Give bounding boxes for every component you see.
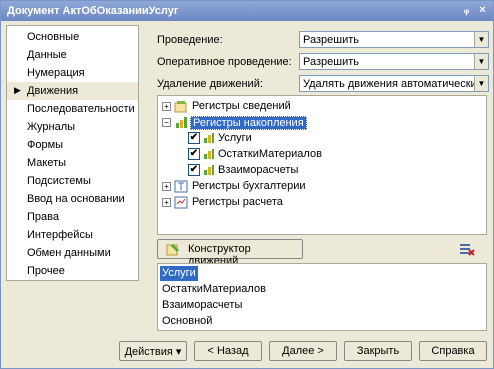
main-panel: Проведение: Разрешить ▼ Оперативное пров… xyxy=(141,25,489,333)
expand-icon[interactable]: + xyxy=(162,198,171,207)
sidebar-item-templates[interactable]: Макеты xyxy=(7,154,138,172)
list-item[interactable]: Основной xyxy=(160,314,214,329)
sidebar-item-label: Формы xyxy=(27,139,64,151)
tree-node-label: Регистры сведений xyxy=(192,100,291,112)
sidebar-item-input-based[interactable]: Ввод на основании xyxy=(7,190,138,208)
list-item[interactable]: ОстаткиМатериалов xyxy=(160,282,268,297)
delete-movements-select[interactable]: Удалять движения автоматически ▼ xyxy=(299,75,489,92)
checkbox-checked-icon[interactable]: ✔ xyxy=(188,132,200,144)
register-icon xyxy=(204,133,214,143)
register-tree: + Регистры сведений − Регистры накоплени… xyxy=(157,95,487,235)
next-button[interactable]: Далее > xyxy=(269,341,337,361)
help-button[interactable]: Справка xyxy=(419,341,487,361)
expand-icon[interactable]: + xyxy=(162,102,171,111)
sidebar-item-journals[interactable]: Журналы xyxy=(7,118,138,136)
back-button[interactable]: < Назад xyxy=(194,341,262,361)
tree-node-accounting-registers[interactable]: + Регистры бухгалтерии xyxy=(162,179,362,194)
sidebar-item-numbering[interactable]: Нумерация xyxy=(7,64,138,82)
sidebar-item-forms[interactable]: Формы xyxy=(7,136,138,154)
info-register-icon xyxy=(174,101,187,113)
expand-icon[interactable]: + xyxy=(162,182,171,191)
sidebar-item-label: Журналы xyxy=(27,121,76,133)
tree-child-label: ОстаткиМатериалов xyxy=(218,148,322,160)
movements-constructor-button[interactable]: Конструктор движений xyxy=(157,239,303,267)
sidebar-item-rights[interactable]: Права xyxy=(7,208,138,226)
online-posting-label: Оперативное проведение: xyxy=(157,56,292,68)
constructor-icon xyxy=(166,244,179,256)
sidebar-item-label: Права xyxy=(27,211,59,223)
close-icon[interactable]: × xyxy=(476,4,489,17)
sidebar-item-data[interactable]: Данные xyxy=(7,46,138,64)
online-posting-value: Разрешить xyxy=(303,56,359,68)
sidebar-item-label: Макеты xyxy=(27,157,67,169)
chevron-down-icon[interactable]: ▼ xyxy=(474,32,488,47)
delete-movements-value: Удалять движения автоматически xyxy=(303,78,477,90)
accumulation-register-icon xyxy=(176,117,187,128)
chevron-down-icon: ▾ xyxy=(175,346,182,358)
close-button[interactable]: Закрыть xyxy=(344,341,412,361)
tree-node-label: Регистры накопления xyxy=(190,116,307,130)
checkbox-checked-icon[interactable]: ✔ xyxy=(188,164,200,176)
tree-child-settlements[interactable]: ✔ Взаиморасчеты xyxy=(188,163,388,178)
posting-row: Проведение: Разрешить ▼ xyxy=(157,31,489,49)
delete-movements-row: Удаление движений: Удалять движения авто… xyxy=(157,75,489,93)
sidebar-item-label: Нумерация xyxy=(27,67,85,79)
sidebar-item-subsystems[interactable]: Подсистемы xyxy=(7,172,138,190)
tree-child-material-balances[interactable]: ✔ ОстаткиМатериалов xyxy=(188,147,388,162)
online-posting-select[interactable]: Разрешить ▼ xyxy=(299,53,489,70)
tree-node-accumulation-registers[interactable]: − Регистры накопления xyxy=(162,115,362,130)
list-item[interactable]: Взаиморасчеты xyxy=(160,298,244,313)
delete-list-icon[interactable] xyxy=(459,243,475,257)
title-bar: Документ АктОбОказанииУслуг ᵩ × xyxy=(1,1,493,21)
actions-button[interactable]: Действия ▾ xyxy=(119,341,187,361)
sidebar-item-label: Ввод на основании xyxy=(27,193,125,205)
tree-child-label: Услуги xyxy=(218,132,252,144)
tree-node-label: Регистры расчета xyxy=(192,196,283,208)
sidebar-item-label: Интерфейсы xyxy=(27,229,93,241)
online-posting-row: Оперативное проведение: Разрешить ▼ xyxy=(157,53,489,71)
tree-node-calculation-registers[interactable]: + Регистры расчета xyxy=(162,195,362,210)
tree-node-label: Регистры бухгалтерии xyxy=(192,180,306,192)
active-arrow-icon: ▶ xyxy=(14,85,21,95)
sidebar-item-label: Основные xyxy=(27,31,80,43)
sidebar-item-movements[interactable]: ▶ Движения xyxy=(7,82,138,100)
posting-label: Проведение: xyxy=(157,34,223,46)
collapse-icon[interactable]: − xyxy=(162,118,171,127)
register-list: Услуги ОстаткиМатериалов Взаиморасчеты О… xyxy=(157,263,487,331)
sidebar-item-label: Подсистемы xyxy=(27,175,91,187)
sidebar-item-sequences[interactable]: Последовательности xyxy=(7,100,138,118)
sidebar-item-other[interactable]: Прочее xyxy=(7,262,138,280)
register-icon xyxy=(204,149,214,159)
chevron-down-icon[interactable]: ▼ xyxy=(474,76,488,91)
pin-icon[interactable]: ᵩ xyxy=(460,4,473,17)
window-title: Документ АктОбОказанииУслуг xyxy=(7,5,179,17)
designer-window: Документ АктОбОказанииУслуг ᵩ × Основные… xyxy=(0,0,494,369)
posting-select[interactable]: Разрешить ▼ xyxy=(299,31,489,48)
checkbox-checked-icon[interactable]: ✔ xyxy=(188,148,200,160)
sidebar-item-label: Последовательности xyxy=(27,103,135,115)
actions-button-label: Действия xyxy=(124,346,173,358)
tree-child-services[interactable]: ✔ Услуги xyxy=(188,131,388,146)
sidebar-item-label: Обмен данными xyxy=(27,247,111,259)
calculation-register-icon xyxy=(174,196,188,209)
sidebar-item-interfaces[interactable]: Интерфейсы xyxy=(7,226,138,244)
sidebar-item-label: Движения xyxy=(27,85,79,97)
accounting-register-icon xyxy=(174,180,188,193)
posting-value: Разрешить xyxy=(303,34,359,46)
sidebar-item-data-exchange[interactable]: Обмен данными xyxy=(7,244,138,262)
sidebar-nav: Основные Данные Нумерация ▶ Движения Пос… xyxy=(6,25,139,281)
delete-movements-label: Удаление движений: xyxy=(157,78,263,90)
chevron-down-icon[interactable]: ▼ xyxy=(474,54,488,69)
tree-child-label: Взаиморасчеты xyxy=(218,164,299,176)
sidebar-item-basic[interactable]: Основные xyxy=(7,28,138,46)
sidebar-item-label: Прочее xyxy=(27,265,65,277)
sidebar-item-label: Данные xyxy=(27,49,67,61)
register-icon xyxy=(204,165,214,175)
tree-node-info-registers[interactable]: + Регистры сведений xyxy=(162,99,362,114)
list-item[interactable]: Услуги xyxy=(160,266,198,281)
